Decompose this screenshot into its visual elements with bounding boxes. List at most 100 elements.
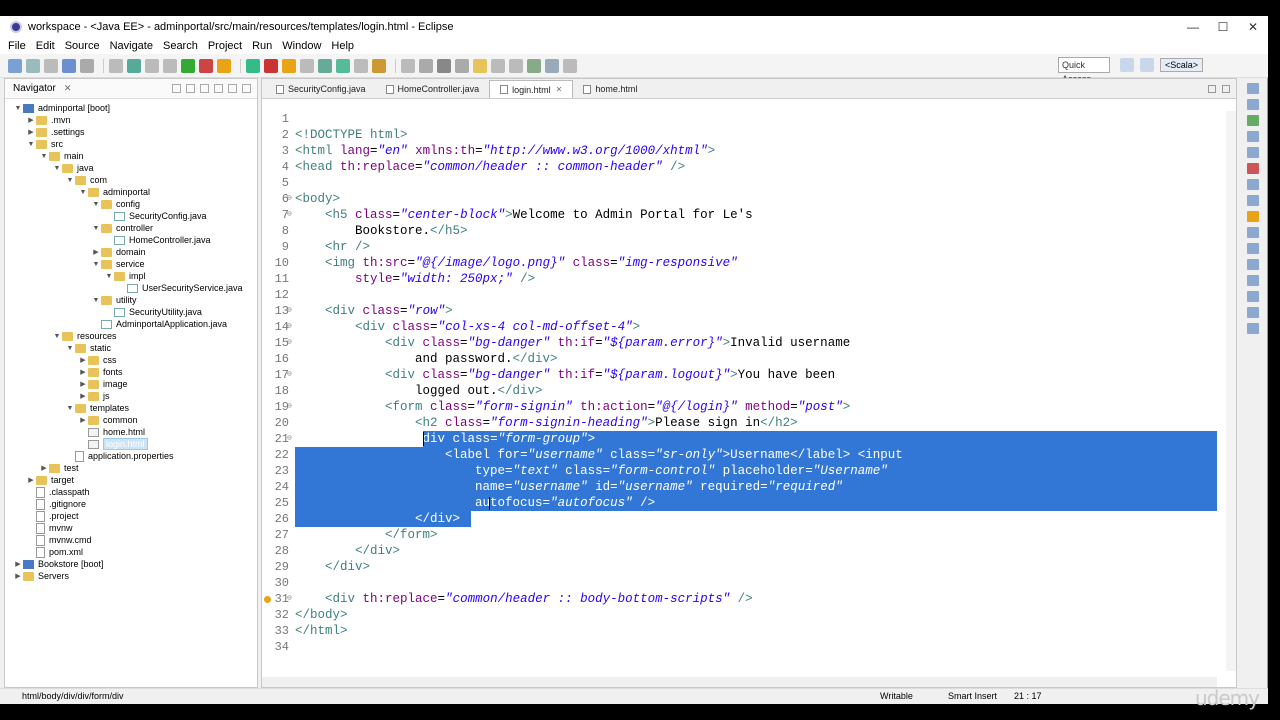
menu-item-project[interactable]: Project — [208, 40, 242, 52]
back-icon[interactable] — [172, 84, 181, 93]
view-shortcut-icon[interactable] — [1247, 211, 1259, 222]
collapsed-arrow-icon[interactable]: ▶ — [78, 368, 88, 376]
tree-item[interactable]: pom.xml — [26, 546, 83, 558]
tree-item[interactable]: ▶ image — [78, 378, 127, 390]
scala-perspective-button[interactable]: <Scala> — [1160, 58, 1204, 72]
toolbar-tool-icon[interactable] — [300, 58, 314, 73]
forward-icon[interactable] — [186, 84, 195, 93]
tree-item[interactable]: ▼ templates — [65, 402, 130, 414]
warning-marker-icon[interactable] — [264, 596, 271, 603]
menu-item-source[interactable]: Source — [65, 40, 100, 52]
tree-item[interactable]: ▼ config — [91, 198, 141, 210]
close-button[interactable]: ✕ — [1238, 16, 1268, 38]
view-shortcut-icon[interactable] — [1247, 115, 1259, 126]
view-shortcut-icon[interactable] — [1247, 163, 1259, 174]
fold-marker-icon[interactable]: ⊖ — [287, 335, 292, 351]
tree-item[interactable]: AdminportalApplication.java — [91, 318, 227, 330]
view-shortcut-icon[interactable] — [1247, 291, 1259, 302]
view-shortcut-icon[interactable] — [1247, 83, 1259, 94]
tree-item[interactable]: ▶ css — [78, 354, 116, 366]
tree-item[interactable]: ▼ com — [65, 174, 107, 186]
tree-item[interactable]: .project — [26, 510, 79, 522]
view-shortcut-icon[interactable] — [1247, 275, 1259, 286]
collapsed-arrow-icon[interactable]: ▶ — [91, 248, 101, 256]
tree-item[interactable]: ▶ js — [78, 390, 109, 402]
collapse-all-icon[interactable] — [200, 84, 209, 93]
tree-item[interactable]: ▼ adminportal [boot] — [13, 102, 111, 114]
collapsed-arrow-icon[interactable]: ▶ — [26, 128, 36, 136]
toolbar-tool-icon[interactable] — [264, 58, 278, 73]
tree-item[interactable]: ▶ .mvn — [26, 114, 70, 126]
expanded-arrow-icon[interactable]: ▼ — [13, 105, 23, 112]
tree-item[interactable]: ▼ main — [39, 150, 84, 162]
toolbar-tool-icon[interactable] — [401, 58, 415, 73]
tree-item[interactable]: ▶ domain — [91, 246, 145, 258]
code-editor[interactable]: 1 2 3 4 5 6 ⊖ 7 ⊖ 8 9 10 11 12 13 ⊖ 14 ⊖ 15 ⊖ 16 17 ⊖ 18 19 ⊖ 20 21… — [262, 111, 1217, 671]
menu-item-navigate[interactable]: Navigate — [110, 40, 153, 52]
tab-securityconfig-java[interactable]: SecurityConfig.java — [266, 80, 376, 98]
expanded-arrow-icon[interactable]: ▼ — [39, 153, 49, 160]
toolbar-tool-icon[interactable] — [181, 58, 195, 73]
fold-marker-icon[interactable]: ⊖ — [287, 319, 292, 335]
fold-marker-icon[interactable]: ⊖ — [287, 399, 292, 415]
minimize-button[interactable]: — — [1178, 16, 1208, 38]
tree-item[interactable]: ▶ test — [39, 462, 78, 474]
fold-marker-icon[interactable]: ⊖ — [287, 431, 292, 447]
tree-item[interactable]: login.html — [78, 438, 148, 450]
collapsed-arrow-icon[interactable]: ▶ — [13, 572, 23, 580]
toolbar-tool-icon[interactable] — [509, 58, 523, 73]
tree-item[interactable]: ▶ fonts — [78, 366, 122, 378]
quick-access-input[interactable]: Quick Access — [1058, 57, 1110, 84]
menu-item-edit[interactable]: Edit — [36, 40, 55, 52]
menu-item-search[interactable]: Search — [163, 40, 198, 52]
expanded-arrow-icon[interactable]: ▼ — [104, 273, 114, 280]
view-shortcut-icon[interactable] — [1247, 307, 1259, 318]
toolbar-tool-icon[interactable] — [419, 58, 433, 73]
fold-marker-icon[interactable]: ⊖ — [287, 191, 292, 207]
tree-item[interactable]: home.html — [78, 426, 145, 438]
view-shortcut-icon[interactable] — [1247, 227, 1259, 238]
tab-homecontroller-java[interactable]: HomeController.java — [376, 80, 490, 98]
expanded-arrow-icon[interactable]: ▼ — [65, 177, 75, 184]
toolbar-tool-icon[interactable] — [282, 58, 296, 73]
minimize-view-icon[interactable] — [228, 84, 237, 93]
tree-item[interactable]: ▼ src — [26, 138, 63, 150]
expanded-arrow-icon[interactable]: ▼ — [65, 345, 75, 352]
java-ee-perspective-icon[interactable] — [1140, 58, 1154, 72]
tree-item[interactable]: ▼ service — [91, 258, 145, 270]
collapsed-arrow-icon[interactable]: ▶ — [26, 476, 36, 484]
tree-item[interactable]: SecurityConfig.java — [104, 210, 207, 222]
fold-marker-icon[interactable]: ⊖ — [287, 591, 292, 607]
expanded-arrow-icon[interactable]: ▼ — [78, 189, 88, 196]
menu-item-window[interactable]: Window — [282, 40, 321, 52]
view-shortcut-icon[interactable] — [1247, 131, 1259, 142]
expanded-arrow-icon[interactable]: ▼ — [26, 141, 36, 148]
tab-home-html[interactable]: home.html — [573, 80, 647, 98]
close-tab-icon[interactable]: ✕ — [556, 81, 563, 99]
vertical-scrollbar[interactable] — [1226, 111, 1236, 671]
toolbar-tool-icon[interactable] — [44, 58, 58, 73]
toolbar-tool-icon[interactable] — [437, 58, 451, 73]
expanded-arrow-icon[interactable]: ▼ — [91, 261, 101, 268]
menu-item-file[interactable]: File — [8, 40, 26, 52]
open-perspective-icon[interactable] — [1120, 58, 1134, 72]
toolbar-tool-icon[interactable] — [473, 58, 487, 73]
collapsed-arrow-icon[interactable]: ▶ — [39, 464, 49, 472]
maximize-button[interactable]: ☐ — [1208, 16, 1238, 38]
tab-login-html[interactable]: login.html ✕ — [489, 80, 574, 99]
menu-item-help[interactable]: Help — [331, 40, 354, 52]
toolbar-tool-icon[interactable] — [145, 58, 159, 73]
maximize-editor-icon[interactable] — [1222, 85, 1230, 93]
tree-item[interactable]: mvnw — [26, 522, 73, 534]
collapsed-arrow-icon[interactable]: ▶ — [78, 416, 88, 424]
expanded-arrow-icon[interactable]: ▼ — [52, 333, 62, 340]
tree-item[interactable]: application.properties — [65, 450, 174, 462]
toolbar-tool-icon[interactable] — [318, 58, 332, 73]
horizontal-scrollbar[interactable] — [262, 677, 1217, 687]
toolbar-tool-icon[interactable] — [80, 58, 94, 73]
tree-item[interactable]: ▼ adminportal — [78, 186, 151, 198]
toolbar-tool-icon[interactable] — [8, 58, 22, 73]
expanded-arrow-icon[interactable]: ▼ — [91, 225, 101, 232]
view-shortcut-icon[interactable] — [1247, 99, 1259, 110]
tree-item[interactable]: ▼ controller — [91, 222, 153, 234]
